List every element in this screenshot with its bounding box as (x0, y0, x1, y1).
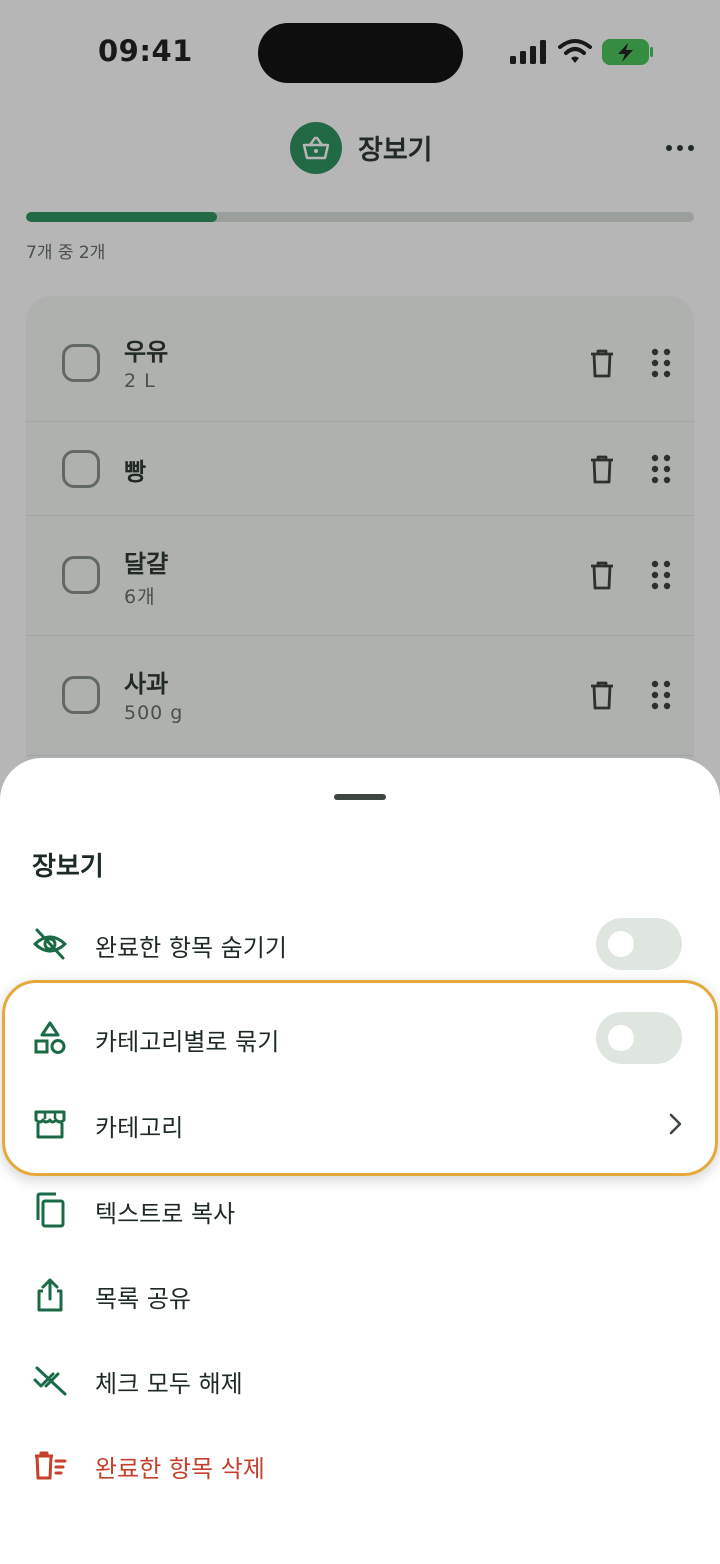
sheet-title: 장보기 (32, 852, 104, 882)
option-hide-completed[interactable]: 완료한 항목 숨기기 (0, 904, 720, 984)
option-label: 목록 공유 (95, 1285, 191, 1313)
app-screen: 09:41 장보기 7개 중 2개 우유 2 L 빵 달걀 6개 사과 500 … (0, 0, 720, 1564)
option-label: 완료한 항목 삭제 (95, 1455, 265, 1483)
delete-list-icon (35, 1451, 67, 1480)
option-copy-as-text[interactable]: 텍스트로 복사 (0, 1170, 720, 1250)
highlight-frame (2, 980, 718, 1176)
copy-icon (36, 1192, 65, 1228)
option-label: 텍스트로 복사 (95, 1200, 236, 1228)
option-uncheck-all[interactable]: 체크 모두 해제 (0, 1340, 720, 1420)
sheet-drag-handle[interactable] (334, 794, 386, 800)
option-label: 체크 모두 해제 (95, 1370, 243, 1398)
eye-off-icon (33, 928, 67, 960)
option-label: 완료한 항목 숨기기 (95, 934, 287, 962)
option-share-list[interactable]: 목록 공유 (0, 1255, 720, 1335)
option-delete-completed[interactable]: 완료한 항목 삭제 (0, 1425, 720, 1505)
uncheck-all-icon (33, 1366, 67, 1396)
share-icon (37, 1278, 63, 1312)
hide-completed-toggle[interactable] (596, 918, 682, 970)
